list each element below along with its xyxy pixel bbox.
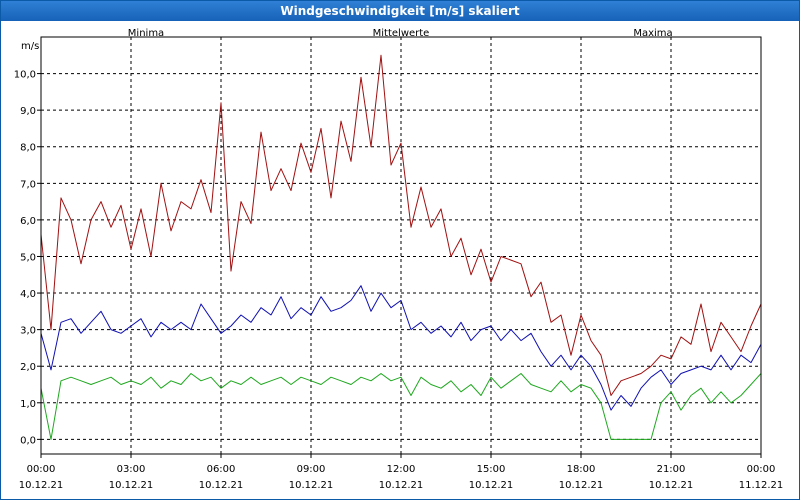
window-title: Windgeschwindigkeit [m/s] skaliert: [1, 1, 799, 21]
x-tick-time: 06:00: [207, 464, 236, 475]
x-tick-time: 18:00: [567, 464, 596, 475]
x-tick-date: 11.12.21: [739, 480, 784, 491]
x-tick-time: 00:00: [747, 464, 776, 475]
x-tick-time: 00:00: [27, 464, 56, 475]
x-tick-date: 10.12.21: [469, 480, 514, 491]
y-axis-unit-label: m/s: [21, 41, 39, 52]
y-tick-label: 5,0: [20, 252, 36, 263]
x-tick-time: 15:00: [477, 464, 506, 475]
x-tick-time: 09:00: [297, 464, 326, 475]
x-tick-date: 10.12.21: [199, 480, 244, 491]
x-tick-time: 12:00: [387, 464, 416, 475]
wind-speed-chart: m/s Minima Mittelwerte Maxima 0,01,02,03…: [14, 28, 784, 491]
y-tick-label: 8,0: [20, 143, 36, 154]
y-tick-label: 1,0: [20, 399, 36, 410]
x-tick-date: 10.12.21: [19, 480, 64, 491]
y-tick-label: 4,0: [20, 289, 36, 300]
x-tick-date: 10.12.21: [649, 480, 694, 491]
x-ticks: 00:00 10.12.21 03:00 10.12.21 06:00 10.12.21 0…: [19, 454, 784, 491]
y-tick-label: 0,0: [20, 435, 36, 446]
y-tick-label: 6,0: [20, 216, 36, 227]
chart-window: Windgeschwindigkeit [m/s] skaliert m/s M…: [0, 0, 800, 500]
x-tick-date: 10.12.21: [109, 480, 154, 491]
x-tick-time: 03:00: [117, 464, 146, 475]
y-tick-label: 2,0: [20, 362, 36, 373]
y-tick-label: 7,0: [20, 179, 36, 190]
x-tick-time: 21:00: [657, 464, 686, 475]
x-tick-date: 10.12.21: [379, 480, 424, 491]
x-tick-date: 10.12.21: [559, 480, 604, 491]
y-tick-label: 9,0: [20, 106, 36, 117]
y-ticks: 0,0 1,0 2,0 3,0 4,0 5,0 6,0 7,0 8,0 9,0 10,0: [14, 70, 41, 446]
y-tick-label: 3,0: [20, 326, 36, 337]
x-tick-date: 10.12.21: [289, 480, 334, 491]
y-tick-label: 10,0: [14, 70, 36, 81]
